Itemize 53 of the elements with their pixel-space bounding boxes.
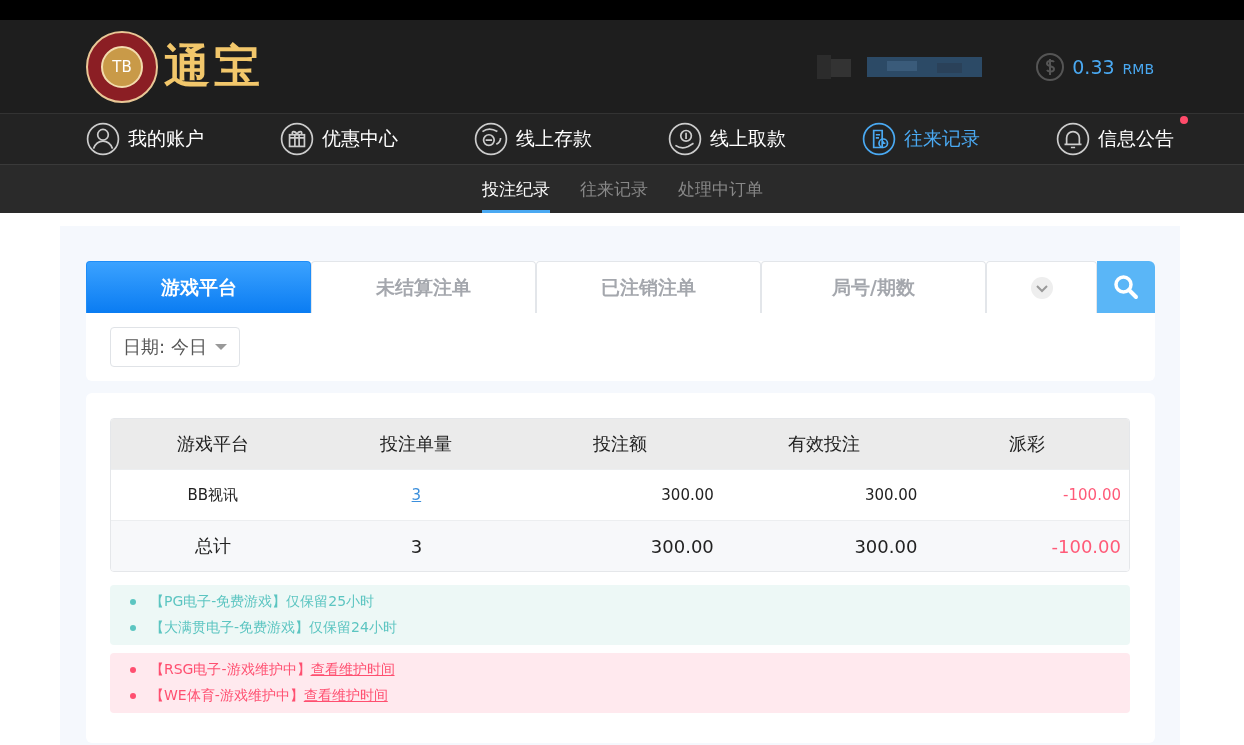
count-link[interactable]: 3: [411, 486, 422, 504]
table-cell-text: 300.00: [853, 534, 919, 559]
nav-link[interactable]: 往来记录: [862, 122, 980, 156]
filter-tab[interactable]: 局号/期数: [761, 261, 986, 313]
notice-text: 【RSG电子-游戏维护中】: [150, 661, 311, 679]
sub-tab[interactable]: 处理中订单: [677, 165, 763, 213]
sub-tab[interactable]: 投注纪录: [481, 165, 550, 213]
column-header: 有效投注: [786, 432, 861, 456]
table-cell-text: 300.00: [649, 534, 715, 559]
column-header: 派彩: [1008, 432, 1047, 456]
more-tab[interactable]: [986, 261, 1097, 313]
table-cell-text: 3: [409, 534, 424, 559]
bell-icon: [1056, 122, 1090, 156]
filter-tab[interactable]: 已注销注单: [536, 261, 761, 313]
column-header: 游戏平台: [175, 432, 250, 456]
nav-link[interactable]: 我的账户: [86, 122, 204, 156]
notice-text: 【大满贯电子-免费游戏】仅保留24小时: [150, 619, 397, 637]
notice-text: 【WE体育-游戏维护中】: [150, 687, 304, 705]
bullet-icon: [130, 599, 136, 605]
table-cell-text: 300.00: [660, 485, 715, 506]
filter-tab[interactable]: 游戏平台: [86, 261, 311, 313]
balance-amount: 0.33: [1072, 55, 1115, 78]
document-clock-icon: [862, 122, 896, 156]
currency-label: RMB: [1122, 60, 1154, 77]
logo-badge: TB: [101, 45, 143, 88]
sub-tab[interactable]: 往来记录: [579, 165, 648, 213]
date-dropdown[interactable]: 日期: 今日: [110, 327, 240, 367]
chevron-down-icon: [1029, 275, 1054, 300]
nav-link[interactable]: 优惠中心: [280, 122, 398, 156]
filter-tab[interactable]: 未结算注单: [311, 261, 536, 313]
nav-link[interactable]: 信息公告: [1056, 122, 1174, 156]
notice-link[interactable]: 查看维护时间: [303, 687, 388, 705]
column-header: 投注单量: [379, 432, 454, 456]
bullet-icon: [130, 667, 136, 673]
search-icon: [1112, 273, 1140, 301]
table-cell-text: -100.00: [1062, 485, 1122, 506]
table-cell-text: 300.00: [863, 485, 919, 506]
gift-icon: [280, 122, 314, 156]
search-button[interactable]: [1097, 261, 1155, 313]
nav-link[interactable]: 线上存款: [474, 122, 592, 156]
bullet-icon: [130, 625, 136, 631]
user-icon: [86, 122, 120, 156]
table-cell-text: BB视讯: [186, 484, 240, 506]
bullet-icon: [130, 693, 136, 699]
table-cell-text: -100.00: [1050, 534, 1122, 559]
nav-link[interactable]: 线上取款: [668, 122, 786, 156]
dollar-coin-icon: [1036, 52, 1065, 81]
notice-link[interactable]: 查看维护时间: [310, 661, 395, 679]
table-cell-text: 总计: [193, 534, 232, 558]
caret-icon: [214, 344, 227, 350]
column-header: 投注额: [592, 432, 648, 456]
logo-text: 通宝: [164, 37, 264, 95]
notice-text: 【PG电子-免费游戏】仅保留25小时: [150, 593, 375, 611]
